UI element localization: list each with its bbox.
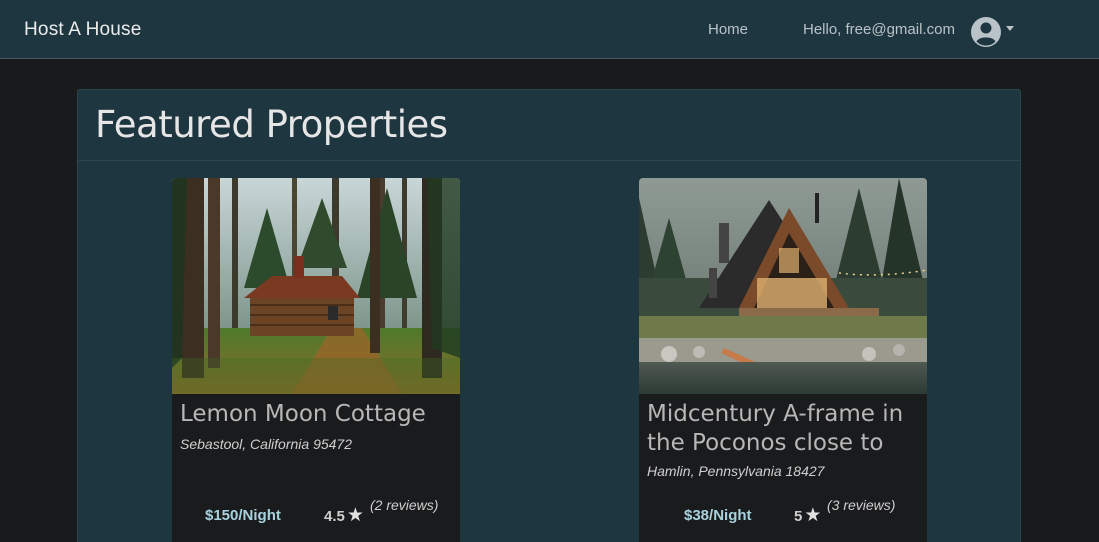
property-rating: 4.5 ★ [324,504,364,527]
user-greeting[interactable]: Hello, free@gmail.com [803,21,955,38]
property-location: Hamlin, Pennsylvania 18427 [647,463,825,479]
property-card[interactable]: Midcentury A-frame in the Poconos close … [639,178,927,542]
brand-link[interactable]: Host A House [24,19,142,41]
review-count: (3 reviews) [827,497,896,513]
rating-value: 5 [794,508,803,525]
star-icon: ★ [804,505,822,526]
property-card[interactable]: Lemon Moon Cottage Sebastool, California… [172,178,460,542]
star-icon: ★ [346,505,364,526]
review-count: (2 reviews) [370,497,439,513]
property-image[interactable] [172,178,460,394]
caret-down-icon[interactable] [1006,26,1014,31]
property-rating: 5 ★ [794,504,821,527]
page-title: Featured Properties [95,103,448,146]
user-circle-icon[interactable] [970,16,1002,48]
property-image[interactable] [639,178,927,394]
featured-panel: Featured Properties Lemon Moon Cottage S… [77,89,1021,542]
top-navbar: Host A House Home Hello, free@gmail.com [0,0,1099,59]
property-location: Sebastool, California 95472 [180,436,353,452]
panel-header: Featured Properties [78,90,1020,161]
rating-value: 4.5 [324,508,345,525]
property-price: $38/Night [684,507,752,524]
property-title[interactable]: Lemon Moon Cottage [180,400,452,429]
property-price: $150/Night [205,507,281,524]
property-title[interactable]: Midcentury A-frame in the Poconos close … [647,400,919,458]
nav-home-link[interactable]: Home [708,21,748,38]
